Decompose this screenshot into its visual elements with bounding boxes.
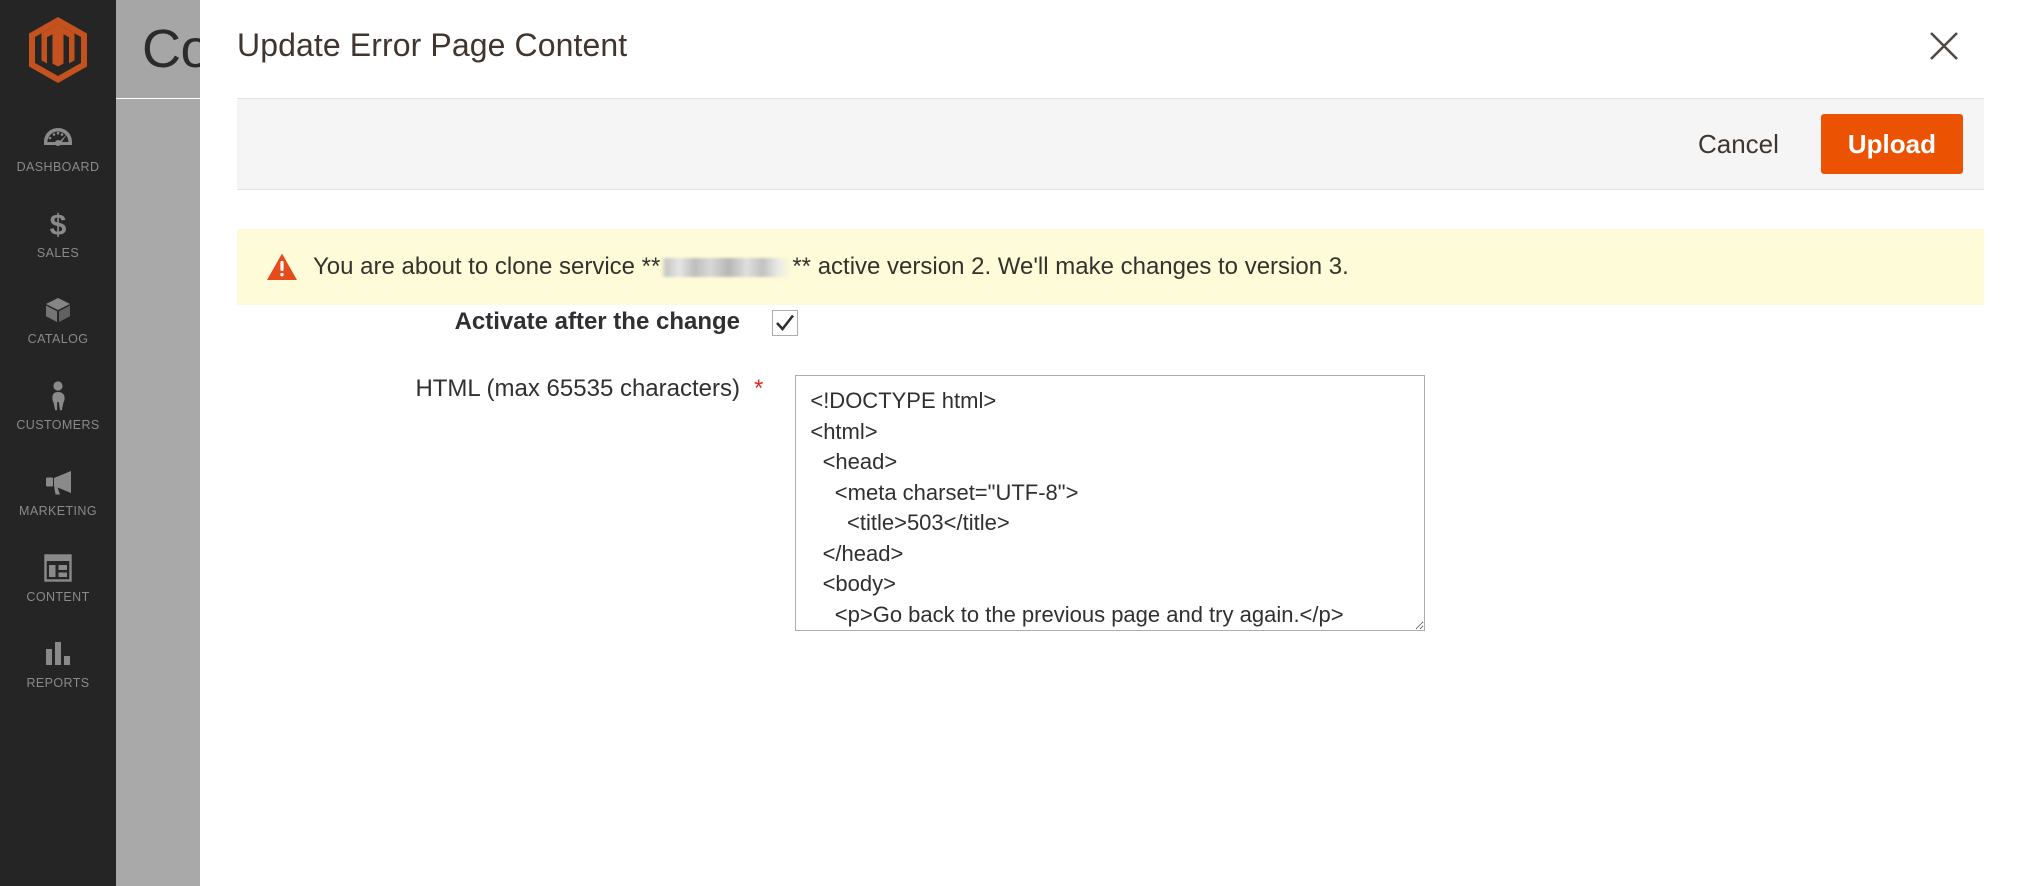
sidebar-item-label: SALES: [36, 246, 80, 260]
html-field-row: HTML (max 65535 characters) *: [200, 375, 2024, 631]
clone-warning-banner: You are about to clone service ** ** acti…: [237, 229, 1984, 305]
clone-warning-text: You are about to clone service ** ** acti…: [313, 255, 1349, 279]
sidebar-item-label: MARKETING: [19, 504, 97, 518]
upload-button[interactable]: Upload: [1820, 114, 1963, 174]
modal-header: Update Error Page Content: [200, 0, 2024, 98]
activate-after-change-row: Activate after the change: [200, 308, 2024, 337]
close-icon[interactable]: [1922, 24, 1966, 68]
layout-icon: [42, 552, 74, 584]
banner-text-before: You are about to clone service **: [313, 253, 661, 280]
sidebar-item-sales[interactable]: $ SALES: [0, 194, 116, 280]
sidebar-item-label: REPORTS: [26, 676, 90, 690]
megaphone-icon: [42, 466, 74, 498]
html-textarea[interactable]: [795, 375, 1426, 631]
sidebar-item-reports[interactable]: REPORTS: [0, 624, 116, 710]
modal-title: Update Error Page Content: [237, 27, 628, 63]
svg-text:$: $: [50, 209, 67, 240]
activate-after-change-control: [772, 308, 798, 336]
dollar-icon: $: [42, 208, 74, 240]
redacted-service-name: [661, 258, 792, 277]
required-asterisk: *: [754, 375, 764, 402]
sidebar-item-marketing[interactable]: MARKETING: [0, 452, 116, 538]
html-field-control: [795, 375, 1426, 631]
update-error-page-modal: Update Error Page Content Cancel Upload: [200, 0, 2024, 886]
sidebar: DASHBOARD $ SALES CATALOG CUSTOMERS MARK…: [0, 0, 116, 886]
bar-chart-icon: [42, 638, 74, 670]
activate-after-change-label: Activate after the change: [454, 308, 740, 335]
sidebar-nav-list: DASHBOARD $ SALES CATALOG CUSTOMERS MARK…: [0, 100, 116, 710]
sidebar-item-content[interactable]: CONTENT: [0, 538, 116, 624]
magento-logo[interactable]: [0, 0, 116, 100]
person-icon: [42, 380, 74, 412]
box-icon: [42, 294, 74, 326]
banner-text-after: ** active version 2. We'll make changes …: [792, 253, 1349, 280]
warning-triangle-icon: [265, 250, 299, 284]
sidebar-item-label: CUSTOMERS: [16, 418, 100, 432]
sidebar-item-customers[interactable]: CUSTOMERS: [0, 366, 116, 452]
sidebar-item-label: CONTENT: [26, 590, 90, 604]
modal-body: You are about to clone service ** ** acti…: [200, 190, 2024, 886]
sidebar-item-dashboard[interactable]: DASHBOARD: [0, 108, 116, 194]
cancel-button[interactable]: Cancel: [1680, 121, 1797, 168]
html-field-label: HTML (max 65535 characters): [415, 375, 740, 402]
dashboard-icon: [42, 122, 74, 154]
app-root: Con DASHBOARD $ SALES CATALOG CUSTOMERS …: [0, 0, 2024, 886]
activate-after-change-checkbox[interactable]: [772, 310, 798, 336]
sidebar-item-catalog[interactable]: CATALOG: [0, 280, 116, 366]
sidebar-item-label: CATALOG: [27, 332, 89, 346]
modal-action-toolbar: Cancel Upload: [237, 98, 1984, 190]
sidebar-item-label: DASHBOARD: [16, 160, 100, 174]
